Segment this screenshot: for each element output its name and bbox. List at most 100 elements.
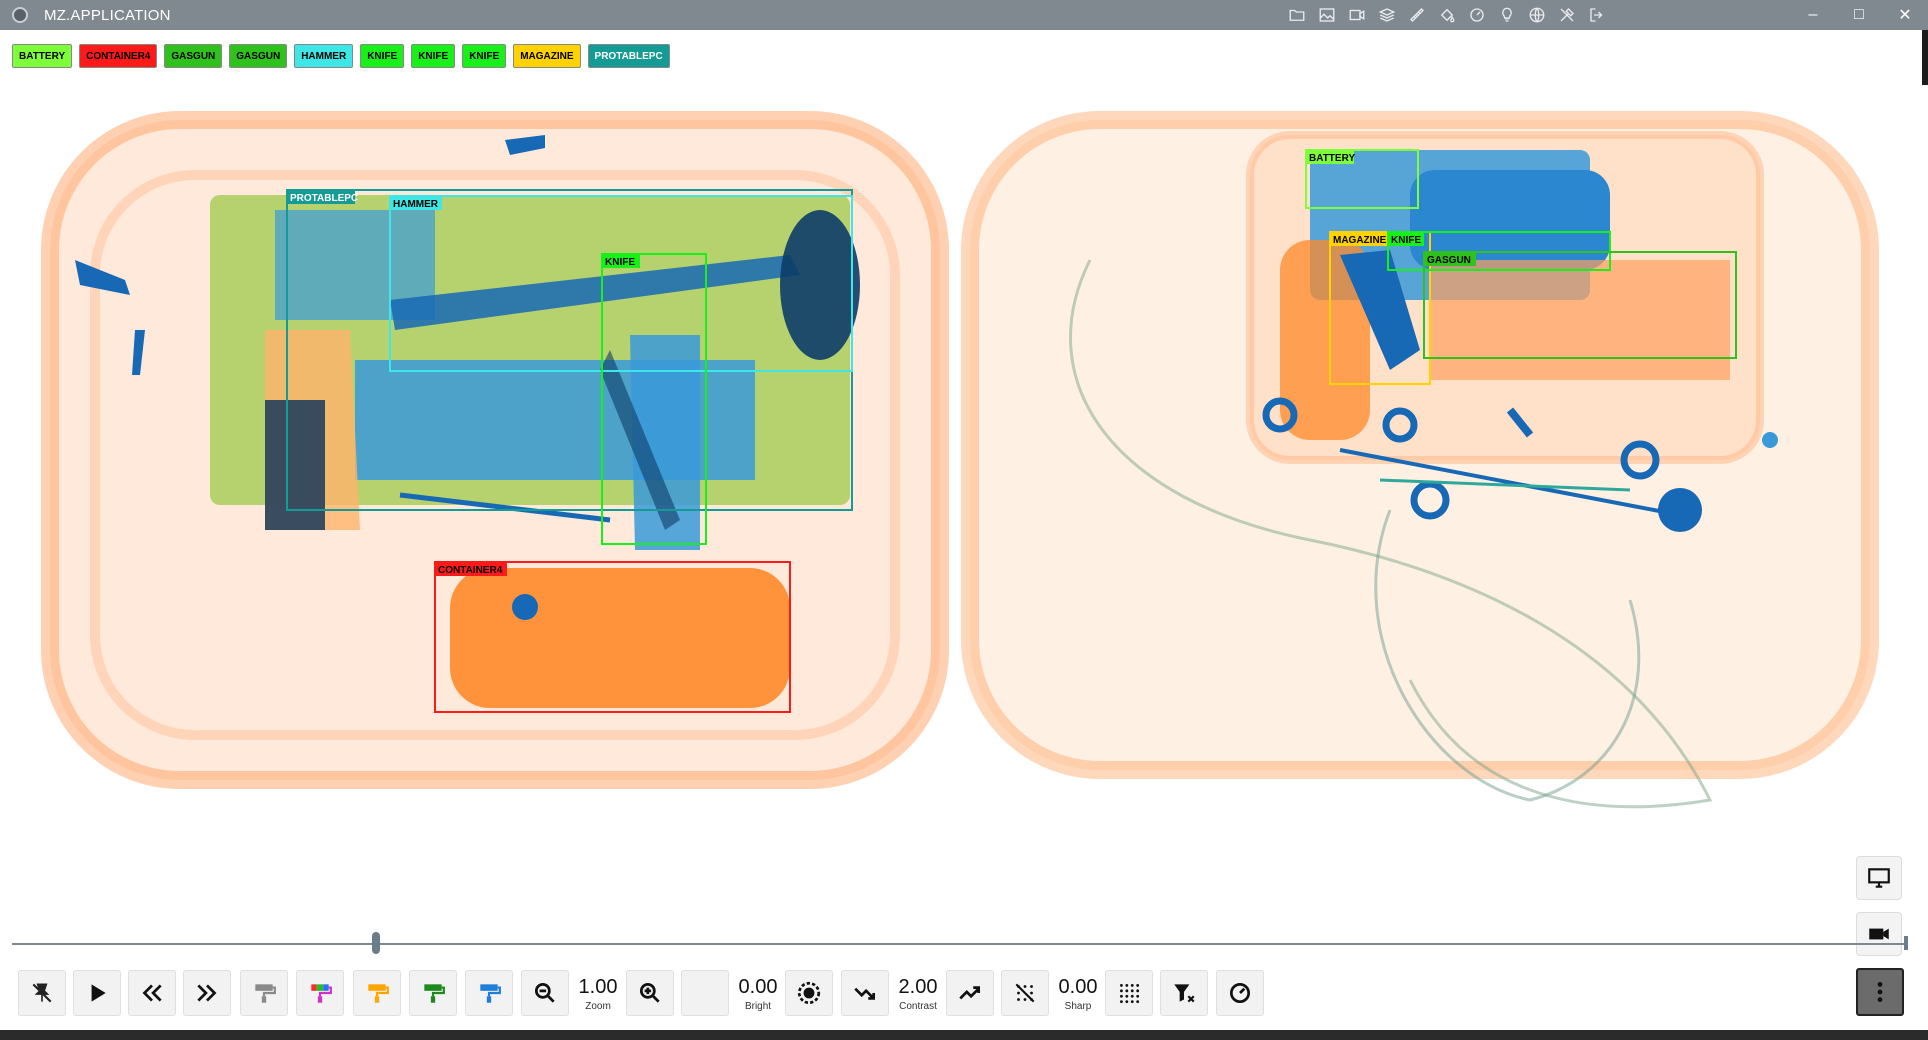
zoom-in-icon: [639, 982, 660, 1003]
trend-down-icon: [854, 987, 876, 1000]
timeline-track[interactable]: [12, 943, 1907, 945]
right-bag-scan: [961, 111, 1879, 809]
app-logo-icon: [12, 7, 28, 23]
organic-filter-button[interactable]: [353, 970, 401, 1016]
tools-icon[interactable]: [1556, 4, 1578, 26]
trend-up-icon: [959, 986, 981, 1000]
contrast-value: 2.00: [898, 976, 938, 998]
detection-label-protablepc: PROTABLEPC: [290, 193, 358, 204]
image-icon[interactable]: [1316, 4, 1338, 26]
ruler-icon[interactable]: [1406, 4, 1428, 26]
xray-scan-view[interactable]: PROTABLEPC HAMMER KNIFE CONTAINER4 BATTE…: [10, 80, 1890, 920]
legend-chip-knife[interactable]: KNIFE: [360, 44, 405, 68]
legend-chip-knife[interactable]: KNIFE: [411, 44, 456, 68]
zoom-out-icon: [534, 982, 555, 1003]
vertical-dots-icon: [1877, 982, 1883, 1002]
logout-icon[interactable]: [1586, 4, 1608, 26]
folder-icon[interactable]: [1286, 4, 1308, 26]
bottom-toolbar: 1.00 Zoom 0.00 Bright 2.00 Contrast 0.00…: [0, 960, 1928, 1026]
brightness-down-button[interactable]: [681, 970, 729, 1016]
layers-icon[interactable]: [1376, 4, 1398, 26]
close-button[interactable]: ✕: [1882, 0, 1928, 30]
contrast-readout: 2.00 Contrast: [888, 976, 948, 1012]
color-filter-button[interactable]: [296, 970, 344, 1016]
detection-label-hammer: HAMMER: [393, 199, 439, 210]
contrast-caption: Contrast: [899, 1001, 937, 1012]
play-button[interactable]: [73, 970, 121, 1016]
pin-off-icon: [32, 983, 52, 1003]
paint-bucket-icon[interactable]: [1436, 4, 1458, 26]
sharp-caption: Sharp: [1064, 1001, 1092, 1012]
zoom-value: 1.00: [578, 976, 618, 998]
grain-off-icon: [1015, 983, 1035, 1003]
timeline-end-marker: [1904, 936, 1908, 950]
zoom-in-button[interactable]: [626, 970, 674, 1016]
sun-icon: [797, 981, 821, 1005]
sharp-readout: 0.00 Sharp: [1048, 976, 1108, 1012]
window-controls: – □ ✕: [1790, 0, 1928, 30]
dashboard-icon[interactable]: [1466, 4, 1488, 26]
gray-filter-button[interactable]: [240, 970, 288, 1016]
legend-chip-magazine[interactable]: MAGAZINE: [513, 44, 581, 68]
clear-filter-button[interactable]: [1160, 970, 1208, 1016]
detection-label-container4: CONTAINER4: [438, 565, 503, 576]
detection-label-gasgun: GASGUN: [1427, 255, 1471, 266]
record-button[interactable]: [1856, 912, 1902, 956]
maximize-button[interactable]: □: [1836, 0, 1882, 30]
double-chevron-left-icon: [142, 984, 162, 1002]
left-bag-scan: [41, 111, 949, 789]
window-edge-bar: [1922, 30, 1928, 85]
bright-value: 0.00: [738, 976, 778, 998]
paint-roller-green-icon: [424, 984, 445, 1003]
legend-chip-knife[interactable]: KNIFE: [462, 44, 507, 68]
more-options-button[interactable]: [1856, 968, 1904, 1016]
timeline-thumb[interactable]: [372, 932, 381, 954]
titlebar-toolbar: [1286, 0, 1608, 30]
brightness-up-button[interactable]: [785, 970, 833, 1016]
legend-chip-gasgun[interactable]: GASGUN: [164, 44, 223, 68]
legend-chip-hammer[interactable]: HAMMER: [294, 44, 354, 68]
sharpen-up-button[interactable]: [1105, 970, 1153, 1016]
paint-roller-multicolor-icon: [311, 984, 332, 1003]
double-chevron-right-icon: [197, 984, 217, 1002]
legend-chip-battery[interactable]: BATTERY: [12, 44, 73, 68]
bright-readout: 0.00 Bright: [728, 976, 788, 1012]
video-icon[interactable]: [1346, 4, 1368, 26]
detection-label-knife-right: KNIFE: [1391, 235, 1421, 246]
inorganic-filter-button[interactable]: [409, 970, 457, 1016]
title-bar: MZ.APPLICATION – □ ✕: [0, 0, 1928, 30]
zoom-caption: Zoom: [585, 1001, 611, 1012]
unpin-button[interactable]: [18, 970, 66, 1016]
paint-roller-gray-icon: [255, 984, 276, 1003]
zoom-readout: 1.00 Zoom: [568, 976, 628, 1012]
display-settings-button[interactable]: [1856, 856, 1902, 900]
play-icon: [91, 984, 106, 1002]
minimize-button[interactable]: –: [1790, 0, 1836, 30]
contrast-up-button[interactable]: [946, 970, 994, 1016]
window-title: MZ.APPLICATION: [44, 6, 171, 24]
gauge-icon: [1229, 982, 1251, 1004]
sharpen-down-button[interactable]: [1001, 970, 1049, 1016]
filter-clear-icon: [1174, 984, 1195, 1003]
sharp-value: 0.00: [1058, 976, 1098, 998]
metal-filter-button[interactable]: [465, 970, 513, 1016]
legend-chip-protablepc[interactable]: PROTABLEPC: [587, 44, 670, 68]
detection-legend: BATTERY CONTAINER4 GASGUN GASGUN HAMMER …: [12, 44, 670, 68]
zoom-out-button[interactable]: [521, 970, 569, 1016]
moon-icon: [698, 984, 708, 1002]
legend-chip-container4[interactable]: CONTAINER4: [79, 44, 158, 68]
taskbar-strip: [0, 1030, 1928, 1040]
detection-label-magazine: MAGAZINE: [1333, 235, 1387, 246]
paint-roller-orange-icon: [368, 984, 389, 1003]
grain-icon: [1120, 984, 1140, 1004]
rewind-button[interactable]: [128, 970, 176, 1016]
lightbulb-icon[interactable]: [1496, 4, 1518, 26]
legend-chip-gasgun[interactable]: GASGUN: [229, 44, 288, 68]
bright-caption: Bright: [744, 1001, 772, 1012]
globe-icon[interactable]: [1526, 4, 1548, 26]
paint-roller-blue-icon: [480, 984, 501, 1003]
gauge-button[interactable]: [1216, 970, 1264, 1016]
contrast-down-button[interactable]: [841, 970, 889, 1016]
monitor-icon: [1868, 868, 1890, 888]
forward-button[interactable]: [183, 970, 231, 1016]
